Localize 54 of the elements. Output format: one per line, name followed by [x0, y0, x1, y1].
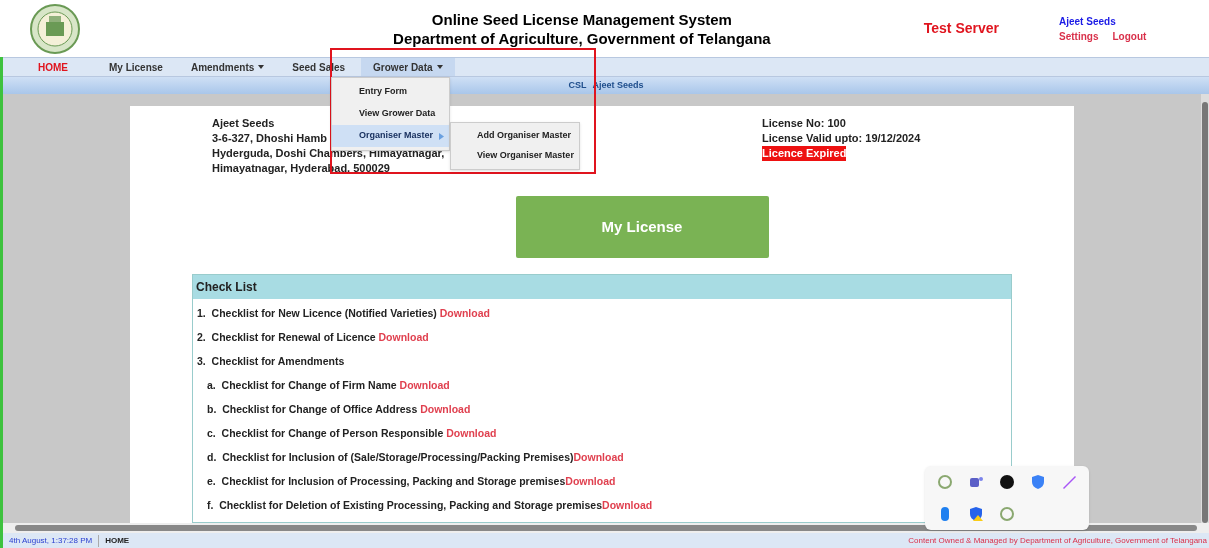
- site-title: Department of Agriculture, Government of Telangana: [393, 28, 771, 48]
- menu-item[interactable]: Entry Form: [332, 81, 449, 103]
- download-link[interactable]: Download: [446, 427, 497, 439]
- pen-icon[interactable]: [1061, 474, 1078, 490]
- firm-address: 3-6-327, Dhoshi Hamb: [212, 131, 327, 146]
- caret-icon: [436, 65, 443, 69]
- menu-item[interactable]: Organiser Master: [332, 125, 449, 147]
- nav-tab[interactable]: My License: [97, 58, 175, 76]
- server-label: Test Server: [923, 19, 999, 38]
- download-link[interactable]: Download: [399, 379, 450, 391]
- submenu-item[interactable]: Add Organiser Master: [451, 126, 579, 146]
- download-link[interactable]: Download: [420, 403, 471, 415]
- checklist-item: 2. Checklist for Renewal of Licence Download: [197, 330, 430, 345]
- caret-icon: [258, 65, 265, 69]
- menu-item[interactable]: View Grower Data: [332, 103, 449, 125]
- shield-warning-icon[interactable]: [967, 506, 984, 522]
- checklist-item: a. Checklist for Change of Firm Name Download: [206, 378, 451, 393]
- breadcrumb-prefix: CSL: [568, 78, 587, 92]
- license-validity: License Valid upto: 19/12/2024: [762, 131, 921, 146]
- checklist-item: 3. Checklist for Amendments: [197, 354, 346, 369]
- header-link[interactable]: Settings: [1059, 28, 1099, 44]
- license-number: License No: 100: [762, 116, 846, 131]
- nav-tab[interactable]: HOME: [13, 58, 93, 76]
- checklist-item: d. Checklist for Inclusion of (Sale/Storage/Processing/Packing Premises)Download: [206, 450, 625, 465]
- status-page: HOME: [104, 534, 131, 547]
- download-link[interactable]: Download: [565, 475, 616, 487]
- my-license-button[interactable]: My License: [515, 196, 769, 258]
- firm-name: Ajeet Seeds: [212, 116, 275, 131]
- checklist-item: 1. Checklist for New Licence (Notified Varieties) Download: [197, 306, 491, 321]
- emblem-logo: [30, 3, 80, 54]
- checklist-title: Check List: [193, 275, 1011, 299]
- site-title: Online Seed License Management System: [431, 9, 732, 29]
- download-link[interactable]: Download: [378, 331, 429, 343]
- checklist-item: c. Checklist for Change of Person Responsible Download: [206, 426, 498, 441]
- nav-tab[interactable]: Amendments: [178, 58, 277, 76]
- download-link[interactable]: Download: [439, 307, 490, 319]
- license-status: Licence Expired: [762, 146, 847, 161]
- submenu-item[interactable]: View Organiser Master: [451, 146, 579, 166]
- shield-icon[interactable]: [1030, 474, 1047, 490]
- browser-icon[interactable]: [936, 474, 953, 490]
- vertical-scrollbar[interactable]: [1201, 94, 1209, 523]
- download-link[interactable]: Download: [602, 499, 653, 511]
- people-icon[interactable]: [967, 474, 984, 490]
- footer-text: Content Owned & Managed by Department of Agriculture, Government of Telangana: [908, 534, 1208, 547]
- circle-g-icon[interactable]: [999, 474, 1015, 490]
- submenu-arrow-icon: [439, 132, 445, 140]
- user-name: Ajeet Seeds: [1059, 14, 1117, 29]
- horizontal-scrollbar[interactable]: [3, 523, 1209, 533]
- browser-icon[interactable]: [999, 506, 1015, 522]
- nav-tab[interactable]: Grower Data: [361, 58, 455, 76]
- checklist-item: b. Checklist for Change of Office Address Download: [206, 402, 472, 417]
- download-link[interactable]: Download: [573, 451, 624, 463]
- status-datetime: 4th August, 1:37:28 PM: [3, 534, 100, 547]
- header-link[interactable]: Logout: [1112, 28, 1147, 44]
